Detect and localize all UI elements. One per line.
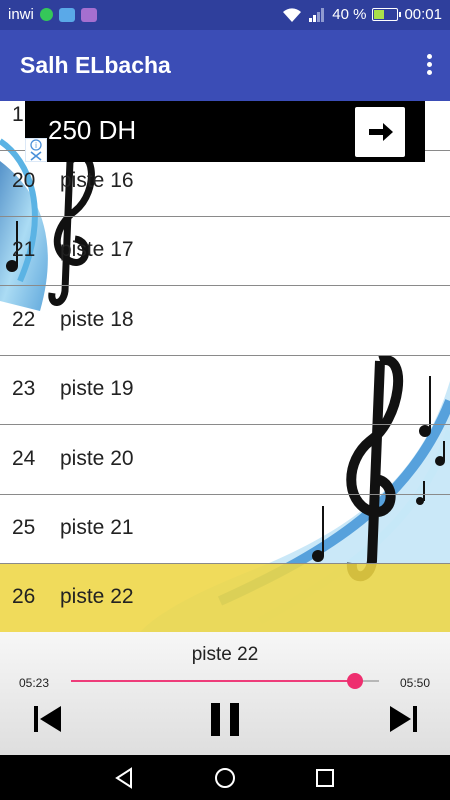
current-time: 05:23 [19, 676, 50, 690]
track-number: 26 [12, 585, 36, 608]
track-title: piste 20 [60, 447, 134, 470]
ad-banner[interactable]: 250 DH [25, 101, 425, 162]
wifi-icon [283, 7, 302, 22]
track-title: piste 18 [60, 308, 134, 331]
track-list[interactable]: 1 20 piste 16 21 piste 17 22 piste 18 23 piste 1… [0, 101, 450, 632]
overflow-menu-icon[interactable] [424, 54, 434, 78]
seek-bar[interactable] [71, 673, 379, 689]
skip-next-icon[interactable] [386, 702, 420, 736]
track-number: 23 [12, 377, 36, 400]
app-title: Salh ELbacha [20, 52, 171, 78]
status-bar: inwi 40 % 00:01 [0, 0, 450, 30]
gallery-icon [80, 7, 97, 22]
track-row[interactable]: 25 piste 21 [0, 495, 450, 564]
track-title: piste 22 [60, 585, 134, 608]
back-icon[interactable] [113, 766, 137, 790]
track-number: 24 [12, 447, 36, 470]
track-row[interactable]: 26 piste 22 [0, 564, 450, 632]
app-bar: Salh ELbacha [0, 30, 450, 101]
whatsapp-icon [39, 8, 53, 21]
track-row[interactable]: 23 piste 19 [0, 356, 450, 425]
signal-icon [309, 7, 325, 22]
skip-previous-icon[interactable] [31, 702, 65, 736]
recents-icon[interactable] [313, 766, 337, 790]
arrow-right-icon [369, 123, 393, 141]
seek-progress [71, 680, 356, 682]
track-number: 1 [12, 103, 24, 126]
pause-icon[interactable] [208, 702, 242, 736]
track-row[interactable]: 22 piste 18 [0, 287, 450, 356]
track-title: piste 21 [60, 516, 134, 539]
navigation-bar [0, 755, 450, 800]
battery-percent: 40 % [332, 6, 367, 23]
battery-icon [372, 8, 402, 21]
track-title: piste 16 [60, 169, 134, 192]
message-icon [58, 7, 75, 22]
carrier-label: inwi [8, 6, 34, 23]
clock: 00:01 [404, 6, 442, 23]
track-row[interactable]: 21 piste 17 [0, 217, 450, 286]
track-title: piste 17 [60, 238, 134, 261]
track-number: 25 [12, 516, 36, 539]
now-playing-title: piste 22 [191, 644, 259, 665]
home-icon[interactable] [213, 766, 237, 790]
player-panel: piste 22 05:23 05:50 [0, 632, 450, 755]
ad-price: 250 DH [48, 115, 137, 145]
duration: 05:50 [399, 676, 430, 690]
close-icon [30, 151, 42, 161]
ad-info-close[interactable]: i [25, 138, 47, 162]
track-title: piste 19 [60, 377, 134, 400]
track-number: 22 [12, 308, 36, 331]
ad-arrow-button[interactable] [355, 107, 405, 157]
track-number: 21 [12, 238, 36, 261]
seek-thumb[interactable] [347, 673, 364, 689]
svg-text:i: i [35, 141, 37, 150]
track-row[interactable]: 24 piste 20 [0, 426, 450, 495]
track-number: 20 [12, 169, 36, 192]
